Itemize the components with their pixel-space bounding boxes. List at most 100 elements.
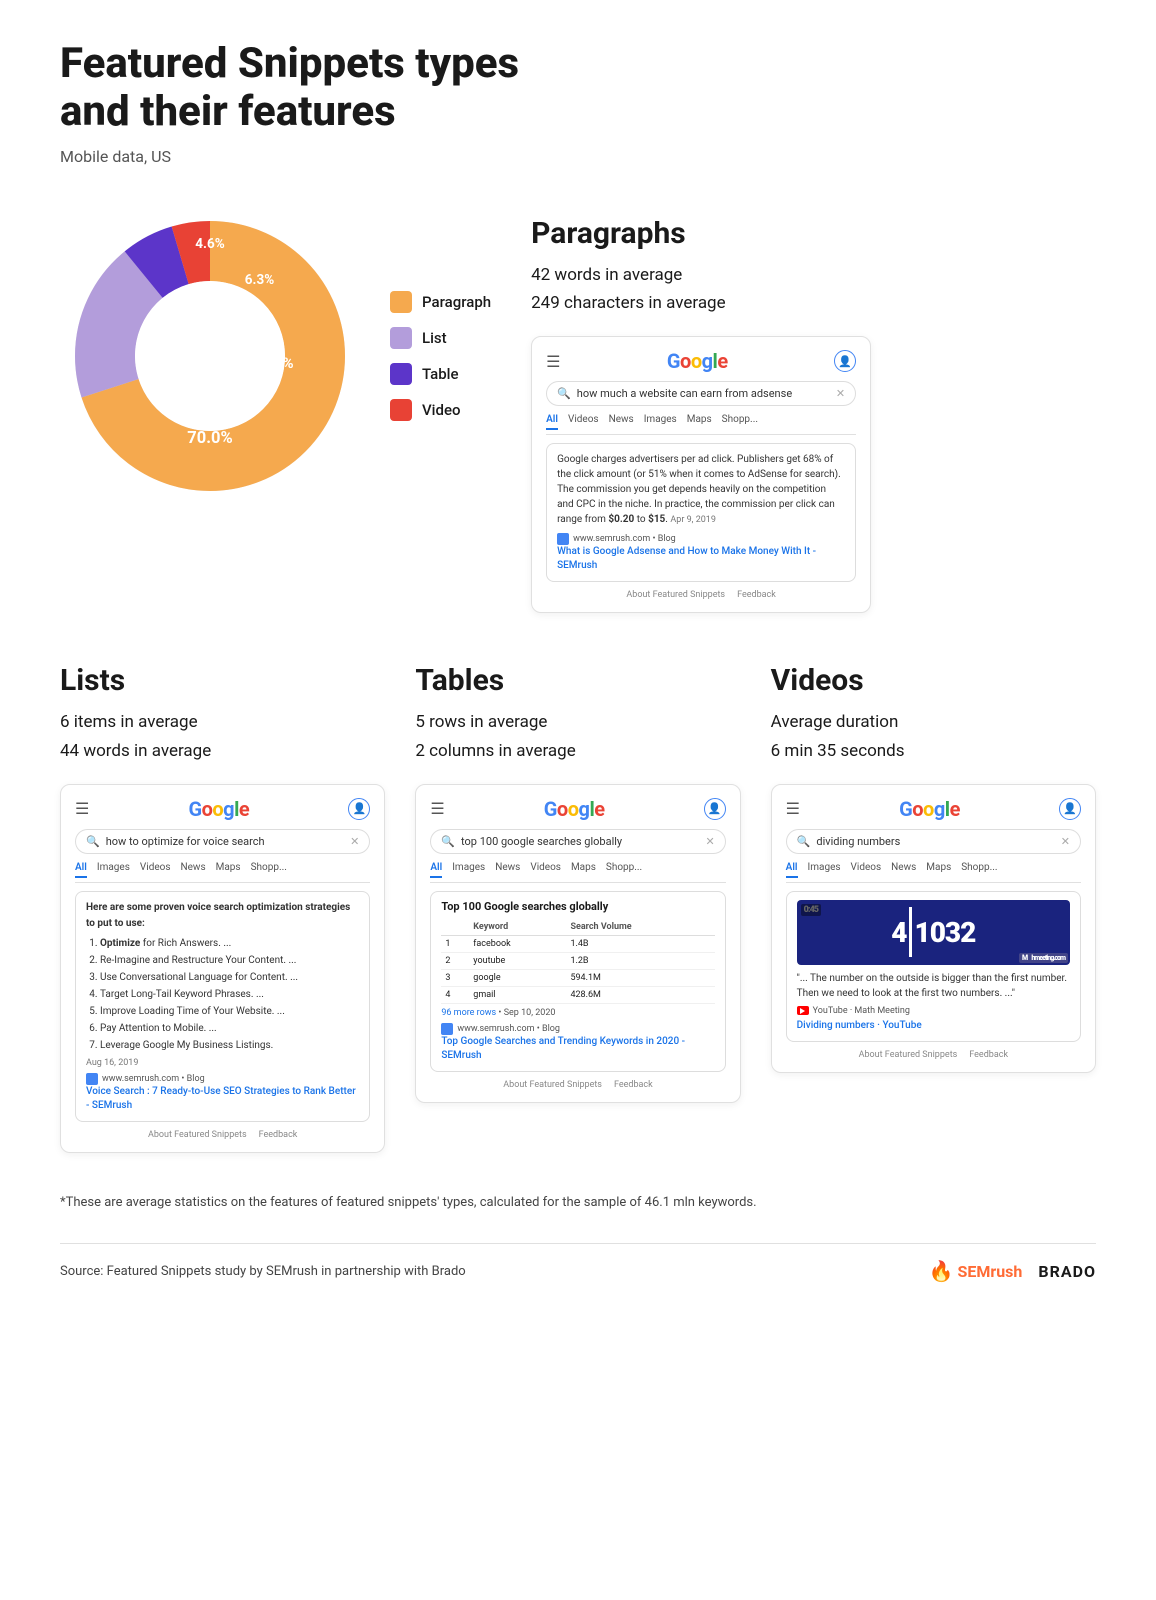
- video-display-text: 4: [891, 916, 907, 949]
- donut-chart: 70.0% 19.1% 6.3% 4.6%: [60, 206, 360, 506]
- tab-all-list[interactable]: All: [75, 862, 87, 878]
- footer-about-table: About Featured Snippets: [503, 1080, 602, 1090]
- tab-news-video[interactable]: News: [891, 862, 916, 878]
- videos-mockup: ☰ Google 👤 🔍 dividing numbers ✕ All Imag…: [771, 784, 1096, 1073]
- chart-legend: Paragraph List Table Video: [390, 291, 491, 421]
- list-item: Re-Imagine and Restructure Your Content.…: [100, 953, 359, 969]
- tab-shopping[interactable]: Shopp...: [722, 414, 758, 430]
- tab-videos[interactable]: Videos: [568, 414, 599, 430]
- paragraphs-panel: Paragraphs 42 words in average 249 chara…: [531, 206, 1096, 613]
- footer-feedback-list: Feedback: [259, 1130, 298, 1140]
- lists-title: Lists: [60, 663, 385, 698]
- legend-label-list: List: [422, 329, 447, 347]
- tab-all-video[interactable]: All: [786, 862, 798, 878]
- user-icon-list: 👤: [348, 798, 370, 820]
- search-query-paragraph: how much a website can earn from adsense: [577, 387, 830, 400]
- source-text: Source: Featured Snippets study by SEMru…: [60, 1264, 466, 1279]
- list-item: Optimize for Rich Answers. ...: [100, 936, 359, 952]
- cell-keyword: youtube: [469, 952, 566, 969]
- legend-item-list: List: [390, 327, 491, 349]
- tab-shop-video[interactable]: Shopp...: [961, 862, 997, 878]
- tab-news-table[interactable]: News: [495, 862, 520, 878]
- cell-volume: 1.4B: [566, 935, 714, 952]
- list-item: Target Long-Tail Keyword Phrases. ...: [100, 987, 359, 1003]
- tables-title: Tables: [415, 663, 740, 698]
- list-item: Improve Loading Time of Your Website. ..…: [100, 1004, 359, 1020]
- snippet-link-list[interactable]: Voice Search : 7 Ready-to-Use SEO Strate…: [86, 1085, 359, 1113]
- tab-maps-list[interactable]: Maps: [216, 862, 241, 878]
- search-query-list: how to optimize for voice search: [106, 835, 344, 848]
- tab-maps-table[interactable]: Maps: [571, 862, 596, 878]
- search-icon-list: 🔍: [86, 835, 100, 848]
- brado-text: BRADO: [1038, 1262, 1096, 1281]
- tab-maps[interactable]: Maps: [687, 414, 712, 430]
- list-items: Optimize for Rich Answers. ... Re-Imagin…: [86, 936, 359, 1054]
- tab-news-list[interactable]: News: [181, 862, 206, 878]
- data-table: Keyword Search Volume 1 facebook 1.4B 2 …: [441, 919, 714, 1004]
- yt-source-text: YouTube · Math Meeting: [813, 1006, 910, 1016]
- source-favicon-list: [86, 1073, 98, 1085]
- svg-text:70.0%: 70.0%: [187, 429, 232, 448]
- tab-maps-video[interactable]: Maps: [926, 862, 951, 878]
- video-snippet-text: "... The number on the outside is bigger…: [797, 971, 1070, 1001]
- snippet-text-paragraph: Google charges advertisers per ad click.…: [557, 452, 845, 528]
- tab-videos-video[interactable]: Videos: [851, 862, 882, 878]
- search-icon-table: 🔍: [441, 835, 455, 848]
- tab-shop-table[interactable]: Shopp...: [606, 862, 642, 878]
- footer-feedback-video: Feedback: [969, 1050, 1008, 1060]
- cell-volume: 1.2B: [566, 952, 714, 969]
- snippet-link-paragraph[interactable]: What is Google Adsense and How to Make M…: [557, 545, 845, 573]
- cell-num: 4: [441, 986, 469, 1003]
- paragraphs-stats: 42 words in average 249 characters in av…: [531, 261, 1096, 319]
- tab-images-table[interactable]: Images: [452, 862, 485, 878]
- tab-news[interactable]: News: [609, 414, 634, 430]
- video-duration: 0:45: [801, 904, 821, 916]
- legend-color-paragraph: [390, 291, 412, 313]
- tab-shop-list[interactable]: Shopp...: [251, 862, 287, 878]
- videos-panel: Videos Average duration 6 min 35 seconds…: [771, 663, 1096, 1153]
- more-rows[interactable]: 96 more rows • Sep 10, 2020: [441, 1008, 714, 1018]
- semrush-text: SEMrush: [958, 1262, 1023, 1281]
- user-icon-video: 👤: [1059, 798, 1081, 820]
- list-title: Here are some proven voice search optimi…: [86, 900, 359, 932]
- tables-stat1: 5 rows in average: [415, 708, 740, 737]
- tab-all-table[interactable]: All: [430, 862, 442, 878]
- snippet-link-table[interactable]: Top Google Searches and Trending Keyword…: [441, 1035, 714, 1063]
- tab-images[interactable]: Images: [644, 414, 677, 430]
- tab-videos-table[interactable]: Videos: [530, 862, 561, 878]
- lists-stat2: 44 words in average: [60, 737, 385, 766]
- footer-feedback-paragraph: Feedback: [737, 590, 776, 600]
- source-text-list: www.semrush.com • Blog: [102, 1074, 205, 1084]
- source-text-table: www.semrush.com • Blog: [457, 1024, 560, 1034]
- tab-images-list[interactable]: Images: [97, 862, 130, 878]
- cell-volume: 428.6M: [566, 986, 714, 1003]
- tab-videos-list[interactable]: Videos: [140, 862, 171, 878]
- video-thumbnail: 4 1032 0:45 M__hmeeting.com: [797, 900, 1070, 965]
- cell-keyword: google: [469, 969, 566, 986]
- search-query-video: dividing numbers: [816, 835, 1054, 848]
- list-item: Pay Attention to Mobile. ...: [100, 1021, 359, 1037]
- svg-text:19.1%: 19.1%: [252, 354, 293, 372]
- brand-logos: 🔥 SEMrush BRADO: [929, 1259, 1096, 1283]
- tables-mockup: ☰ Google 👤 🔍 top 100 google searches glo…: [415, 784, 740, 1103]
- tab-images-video[interactable]: Images: [808, 862, 841, 878]
- tab-all[interactable]: All: [546, 414, 558, 430]
- legend-label-paragraph: Paragraph: [422, 293, 491, 311]
- snippet-link-video[interactable]: Dividing numbers · YouTube: [797, 1019, 1070, 1033]
- legend-color-table: [390, 363, 412, 385]
- legend-item-video: Video: [390, 399, 491, 421]
- col-header-keyword: Keyword: [469, 919, 566, 936]
- list-date: Aug 16, 2019: [86, 1058, 359, 1068]
- table-row: 4 gmail 428.6M: [441, 986, 714, 1003]
- search-icon: 🔍: [557, 387, 571, 400]
- list-item: Use Conversational Language for Content.…: [100, 970, 359, 986]
- legend-color-video: [390, 399, 412, 421]
- cell-num: 2: [441, 952, 469, 969]
- svg-text:6.3%: 6.3%: [245, 272, 274, 288]
- tables-stats: 5 rows in average 2 columns in average: [415, 708, 740, 766]
- table-row: 2 youtube 1.2B: [441, 952, 714, 969]
- col-header-volume: Search Volume: [566, 919, 714, 936]
- page-title: Featured Snippets types and their featur…: [60, 40, 560, 137]
- source-text: www.semrush.com • Blog: [573, 534, 676, 544]
- source-bar: Source: Featured Snippets study by SEMru…: [60, 1243, 1096, 1283]
